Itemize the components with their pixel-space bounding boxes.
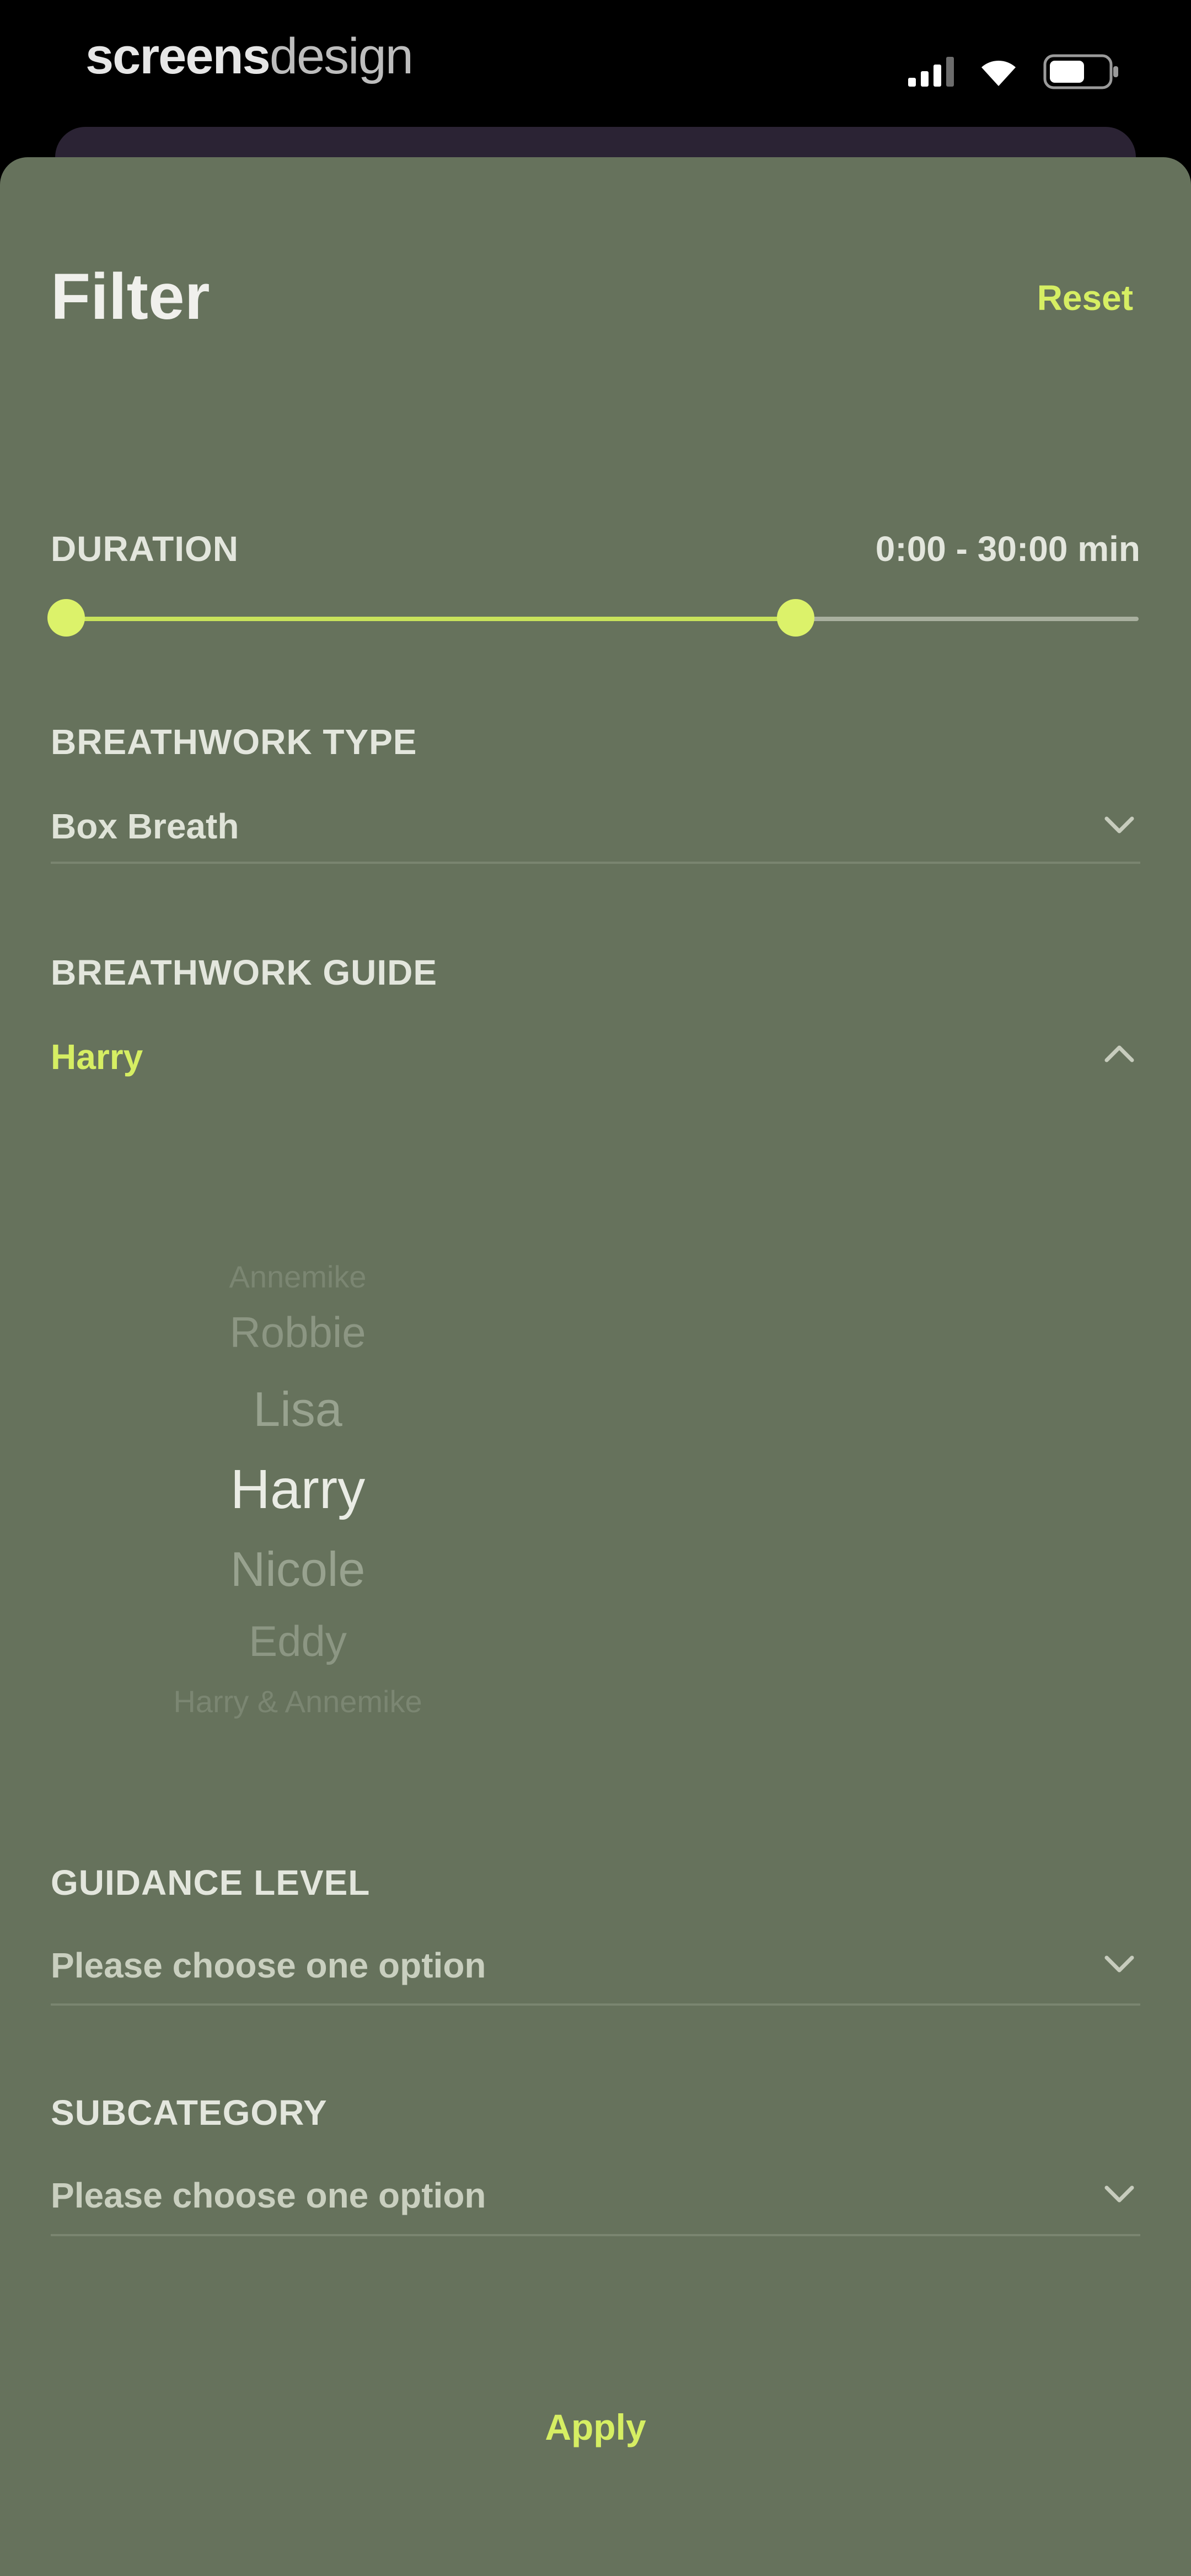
divider [51, 862, 1140, 864]
apply-button[interactable]: Apply [0, 2402, 1191, 2452]
brand-secondary: design [269, 28, 414, 84]
chevron-down-icon [1104, 2185, 1134, 2203]
picker-option-selected[interactable]: Harry [0, 1453, 596, 1525]
chevron-down-icon [1104, 1955, 1134, 1973]
brand-primary: screens [85, 28, 271, 84]
subcategory-label: SUBCATEGORY [51, 2093, 328, 2133]
breathwork-type-label: BREATHWORK TYPE [51, 722, 417, 762]
picker-option[interactable]: Robbie [0, 1302, 596, 1362]
picker-option[interactable]: Lisa [0, 1376, 596, 1442]
duration-slider-track[interactable] [66, 617, 1139, 621]
brand-watermark: screensdesign [85, 28, 414, 84]
divider [51, 2234, 1140, 2236]
breathwork-type-value: Box Breath [51, 806, 239, 846]
chevron-down-icon [1104, 816, 1134, 833]
duration-range-value: 0:00 - 30:00 min [875, 529, 1140, 569]
breathwork-guide-label: BREATHWORK GUIDE [51, 953, 437, 992]
cellular-signal-icon [908, 57, 954, 87]
status-icons [908, 52, 1119, 91]
breathwork-guide-value: Harry [51, 1037, 143, 1077]
guide-picker-wheel[interactable]: Annemike Robbie Lisa Harry Nicole Eddy H… [0, 1203, 1191, 1727]
picker-option[interactable]: Eddy [0, 1611, 596, 1671]
guidance-level-label: GUIDANCE LEVEL [51, 1863, 371, 1902]
duration-slider-end-handle[interactable] [776, 599, 814, 637]
status-bar: screensdesign [0, 0, 1191, 127]
guidance-level-placeholder: Please choose one option [51, 1946, 486, 1985]
duration-slider-fill [66, 617, 796, 621]
breathwork-guide-select[interactable] [51, 1025, 1140, 1091]
chevron-up-icon [1104, 1045, 1134, 1062]
wifi-icon [981, 60, 1016, 86]
duration-label: DURATION [51, 529, 239, 569]
duration-slider-start-handle[interactable] [47, 599, 85, 637]
divider [51, 2003, 1140, 2006]
reset-button[interactable]: Reset [1037, 276, 1133, 320]
subcategory-placeholder: Please choose one option [51, 2176, 486, 2215]
picker-option[interactable]: Annemike [0, 1255, 596, 1299]
picker-option[interactable]: Harry & Annemike [0, 1680, 596, 1724]
picker-option[interactable]: Nicole [0, 1536, 596, 1602]
filter-title: Filter [51, 260, 210, 333]
battery-icon [1043, 54, 1118, 89]
